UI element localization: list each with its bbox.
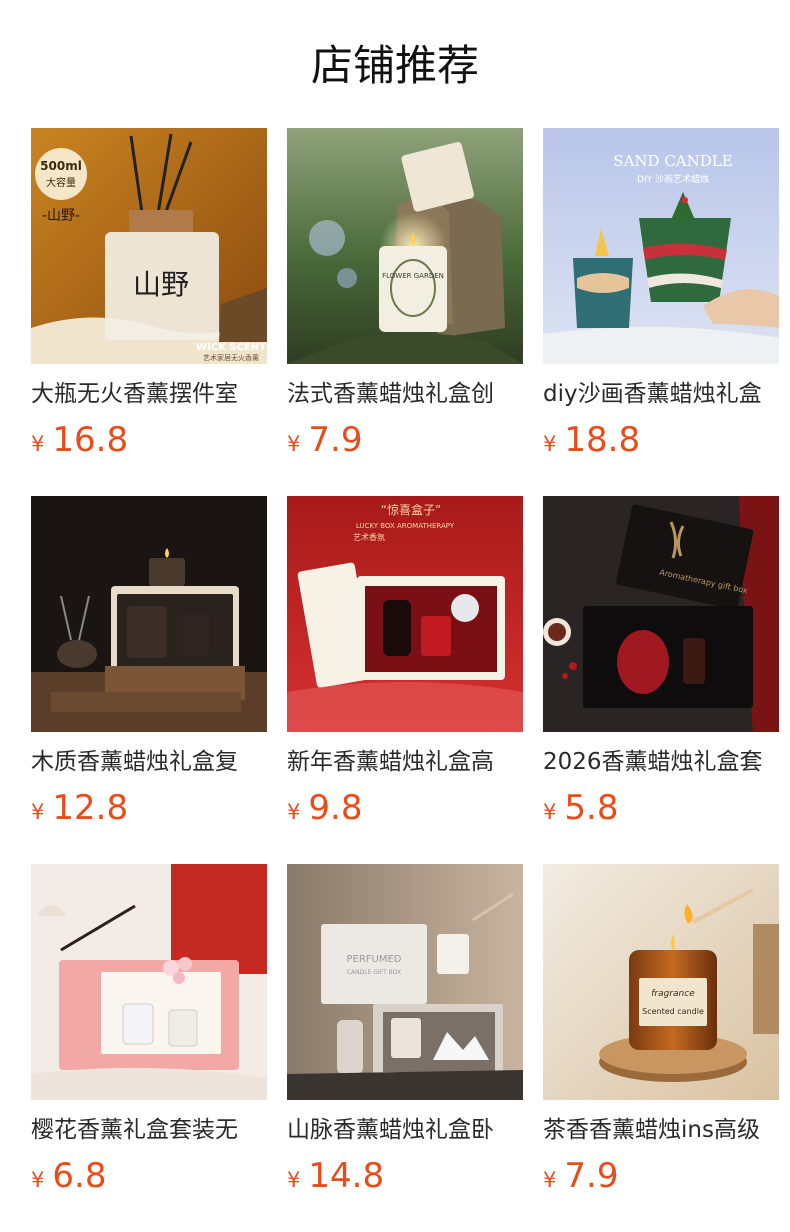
product-price: ¥7.9	[287, 420, 523, 460]
product-grid: 500ml 大容量 -山野- 山野 WICK SCENT 艺术家居无火香薰 大瓶…	[31, 128, 779, 1232]
product-name[interactable]: 木质香薰蜡烛礼盒复	[31, 746, 267, 778]
price-amount: 9.8	[308, 788, 363, 828]
price-amount: 6.8	[52, 1156, 107, 1196]
product-name[interactable]: 新年香薰蜡烛礼盒高	[287, 746, 523, 778]
currency-symbol: ¥	[31, 1168, 45, 1192]
product-price: ¥9.8	[287, 788, 523, 828]
currency-symbol: ¥	[543, 800, 557, 824]
section-title: 店铺推荐	[310, 41, 479, 90]
currency-symbol: ¥	[287, 432, 301, 456]
product-price: ¥6.8	[31, 1156, 267, 1196]
price-amount: 18.8	[564, 420, 641, 460]
candle-jar-on-rock-image[interactable]: FLOWER GARDEN	[287, 128, 523, 364]
brand-watermark-sub: 艺术家居无火香薰	[203, 353, 259, 362]
product-card[interactable]: fragrance Scented candle 茶香香薰蜡烛ins高级 ¥7.…	[543, 864, 779, 1232]
brand-label: -山野-	[42, 208, 80, 224]
bottle-label-text: 山野	[133, 268, 189, 301]
product-name[interactable]: 山脉香薰蜡烛礼盒卧	[287, 1114, 523, 1146]
product-price: ¥16.8	[31, 420, 267, 460]
product-name[interactable]: 大瓶无火香薰摆件室	[31, 378, 267, 410]
price-amount: 12.8	[52, 788, 129, 828]
sand-art-candle-image[interactable]: SAND CANDLE DIY 沙画艺术蜡烛	[543, 128, 779, 364]
box-lid-subtitle: CANDLE GIFT BOX	[347, 969, 401, 976]
product-price: ¥12.8	[31, 788, 267, 828]
currency-symbol: ¥	[287, 800, 301, 824]
product-card[interactable]: SAND CANDLE DIY 沙画艺术蜡烛 diy沙画香薰蜡烛礼盒 ¥18.8	[543, 128, 779, 496]
product-name[interactable]: 法式香薰蜡烛礼盒创	[287, 378, 523, 410]
marble-gift-box-image[interactable]: PERFUMED CANDLE GIFT BOX	[287, 864, 523, 1100]
jar-label-subtitle: Scented candle	[642, 1007, 704, 1016]
product-card[interactable]: PERFUMED CANDLE GIFT BOX 山脉香薰蜡烛礼盒卧 ¥14.8	[287, 864, 523, 1232]
reed-diffuser-bottle-image[interactable]: 500ml 大容量 -山野- 山野 WICK SCENT 艺术家居无火香薰	[31, 128, 267, 364]
image-subheading: LUCKY BOX AROMATHERAPY	[356, 522, 455, 530]
capacity-badge-text: 500ml	[40, 159, 82, 173]
product-card[interactable]: 樱花香薰礼盒套装无 ¥6.8	[31, 864, 267, 1232]
image-subheading: DIY 沙画艺术蜡烛	[637, 173, 709, 185]
price-amount: 7.9	[308, 420, 363, 460]
capacity-badge-subtext: 大容量	[46, 176, 76, 189]
product-card[interactable]: 木质香薰蜡烛礼盒复 ¥12.8	[31, 496, 267, 864]
product-price: ¥18.8	[543, 420, 779, 460]
product-card[interactable]: “惊喜盒子” LUCKY BOX AROMATHERAPY 艺术香氛 新年香薰蜡…	[287, 496, 523, 864]
price-amount: 5.8	[564, 788, 619, 828]
price-amount: 16.8	[52, 420, 129, 460]
product-price: ¥5.8	[543, 788, 779, 828]
image-heading: SAND CANDLE	[613, 152, 732, 170]
product-price: ¥7.9	[543, 1156, 779, 1196]
box-lid-title: PERFUMED	[346, 954, 401, 965]
brand-watermark: WICK SCENT	[196, 342, 266, 353]
product-name[interactable]: diy沙画香薰蜡烛礼盒	[543, 378, 779, 410]
product-name[interactable]: 樱花香薰礼盒套装无	[31, 1114, 267, 1146]
candle-label-text: FLOWER GARDEN	[382, 272, 444, 280]
currency-symbol: ¥	[543, 432, 557, 456]
image-heading: “惊喜盒子”	[381, 502, 441, 517]
currency-symbol: ¥	[31, 800, 45, 824]
product-price: ¥14.8	[287, 1156, 523, 1196]
currency-symbol: ¥	[287, 1168, 301, 1192]
currency-symbol: ¥	[31, 432, 45, 456]
currency-symbol: ¥	[543, 1168, 557, 1192]
wooden-gift-box-image[interactable]	[31, 496, 267, 732]
product-name[interactable]: 茶香香薰蜡烛ins高级	[543, 1114, 779, 1146]
pink-gift-box-image[interactable]	[31, 864, 267, 1100]
jar-label-title: fragrance	[651, 989, 695, 999]
image-caption: 艺术香氛	[353, 532, 385, 542]
product-name[interactable]: 2026香薰蜡烛礼盒套	[543, 746, 779, 778]
product-card[interactable]: 500ml 大容量 -山野- 山野 WICK SCENT 艺术家居无火香薰 大瓶…	[31, 128, 267, 496]
black-gift-box-image[interactable]: Aromatherapy gift box	[543, 496, 779, 732]
product-card[interactable]: Aromatherapy gift box 2026香薰蜡烛礼盒套 ¥5.8	[543, 496, 779, 864]
price-amount: 7.9	[564, 1156, 619, 1196]
red-new-year-gift-box-image[interactable]: “惊喜盒子” LUCKY BOX AROMATHERAPY 艺术香氛	[287, 496, 523, 732]
price-amount: 14.8	[308, 1156, 385, 1196]
product-card[interactable]: FLOWER GARDEN 法式香薰蜡烛礼盒创 ¥7.9	[287, 128, 523, 496]
amber-jar-candle-image[interactable]: fragrance Scented candle	[543, 864, 779, 1100]
